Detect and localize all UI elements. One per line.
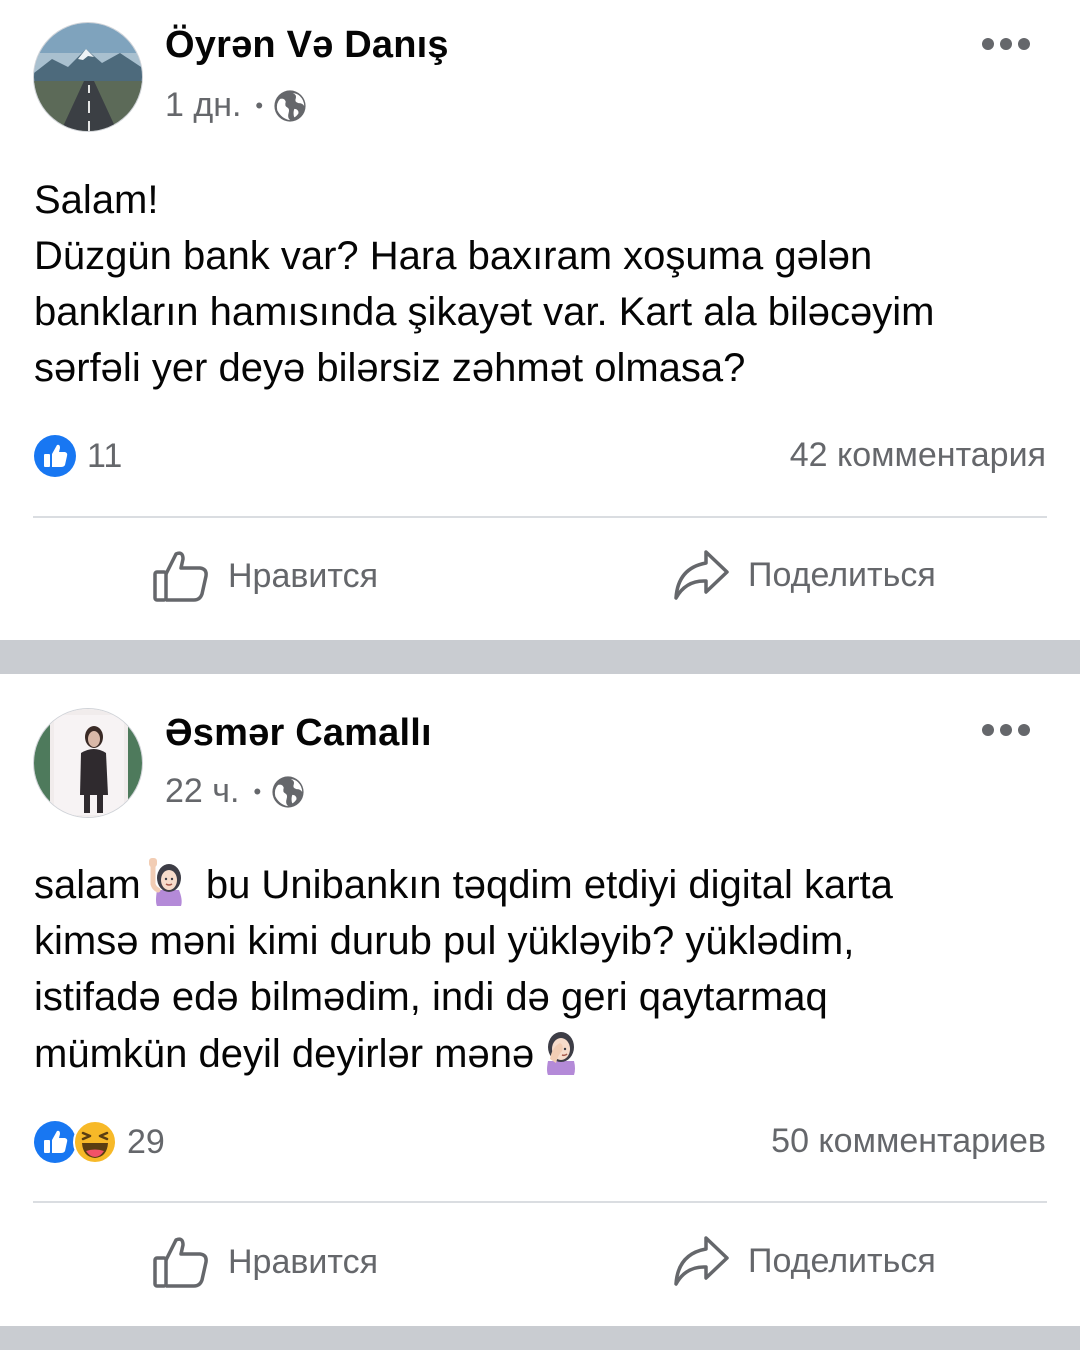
like-button[interactable]: Нравится [152,548,378,604]
post-text-line: sərfəli yer deyə bilərsiz zəhmət olmasa? [34,346,746,390]
post-text-line: mümkün deyil deyirlər mənə [34,1025,1054,1082]
reactions-summary[interactable]: 11 [33,434,122,478]
comments-count[interactable]: 50 комментариев [771,1122,1046,1161]
share-label: Поделиться [748,1241,936,1280]
reactions-summary[interactable]: 29 [33,1120,165,1164]
avatar[interactable] [33,708,143,818]
share-arrow-icon [672,548,748,602]
like-label: Нравится [228,556,379,595]
post-card: Əsmər Camallı 22 ч. • salam bu Unibankın… [0,674,1080,1326]
like-button[interactable]: Нравится [152,1234,378,1290]
haha-reaction-icon [73,1120,117,1164]
post-text: Salam! Düzgün bank var? Hara baxıram xoş… [34,172,1054,396]
post-text-line: bankların hamısında şikayət var. Kart al… [34,290,935,334]
author-name[interactable]: Öyrən Və Danış [165,24,449,67]
meta-separator: • [255,92,264,118]
more-options-icon[interactable] [982,722,1030,738]
post-text-fragment: salam [34,863,141,907]
post-meta: 22 ч. • [165,772,305,811]
thumbs-up-outline-icon [152,1234,228,1290]
comments-count[interactable]: 42 комментария [790,436,1046,475]
post-text-fragment: mümkün deyil deyirlər mənə [34,1032,535,1076]
share-button[interactable]: Поделиться [672,548,936,602]
post-text: salam bu Unibankın təqdim etdiyi digital… [34,856,1054,1082]
reaction-count: 29 [127,1122,165,1161]
post-meta: 1 дн. • [165,86,307,125]
post-text-line: Salam! [34,178,159,222]
post-text-line: kimsə məni kimi durub pul yükləyib? yükl… [34,919,855,963]
share-label: Поделиться [748,555,936,594]
globe-icon [273,89,307,123]
like-reaction-icon [33,434,77,478]
author-name[interactable]: Əsmər Camallı [165,712,432,755]
divider [33,516,1047,518]
post-card: Öyrən Və Danış 1 дн. • Salam! Düzgün ban… [0,0,1080,640]
thumbs-up-outline-icon [152,548,228,604]
post-text-line: Düzgün bank var? Hara baxıram xoşuma gəl… [34,234,873,278]
avatar[interactable] [33,22,143,132]
globe-icon [271,775,305,809]
woman-facepalming-emoji [538,1025,584,1075]
post-time[interactable]: 22 ч. [165,772,239,811]
woman-raising-hand-emoji [145,856,191,906]
reaction-count: 11 [87,436,123,475]
divider [33,1201,1047,1203]
post-text-fragment: bu Unibankın təqdim etdiyi digital karta [205,863,893,907]
more-options-icon[interactable] [982,36,1030,52]
share-arrow-icon [672,1234,748,1288]
feed-separator [0,1326,1080,1350]
post-time[interactable]: 1 дн. [165,86,241,125]
like-reaction-icon [33,1120,77,1164]
share-button[interactable]: Поделиться [672,1234,936,1288]
post-text-line: salam bu Unibankın təqdim etdiyi digital… [34,856,1054,913]
like-label: Нравится [228,1242,379,1281]
meta-separator: • [253,778,262,804]
post-text-line: istifadə edə bilmədim, indi də geri qayt… [34,975,828,1019]
feed-separator [0,640,1080,674]
